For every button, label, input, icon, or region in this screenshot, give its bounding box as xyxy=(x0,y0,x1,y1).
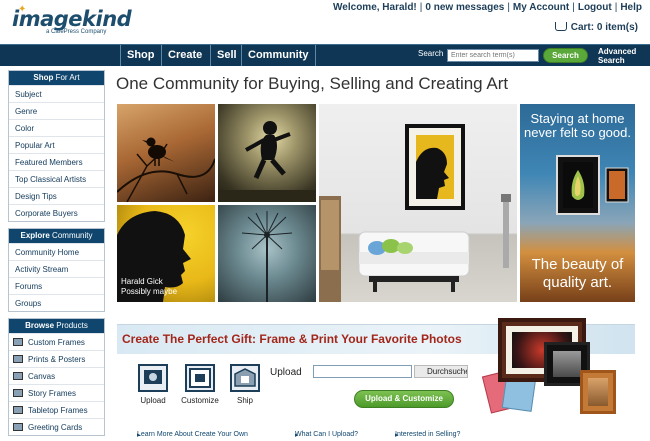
step-ship: Ship xyxy=(223,364,267,405)
room-scene-tile[interactable] xyxy=(319,104,517,302)
greeting-card-icon xyxy=(13,423,23,431)
tile-caption: Harald Gick Possibly maybe xyxy=(121,277,178,296)
customize-icon xyxy=(185,364,215,392)
nav-sell[interactable]: Sell xyxy=(210,45,243,66)
nav-shop[interactable]: Shop xyxy=(120,45,161,66)
upload-label: Upload xyxy=(270,367,302,378)
sidebar-item-greeting-cards[interactable]: Greeting Cards xyxy=(9,418,104,435)
sidebar-item-tabletop-frames[interactable]: Tabletop Frames xyxy=(9,401,104,418)
imagekind-logo[interactable]: ✦ imagekind a CafePress Company xyxy=(12,4,132,37)
living-room-image xyxy=(319,124,511,302)
search-button[interactable]: Search xyxy=(543,48,588,63)
sidebar-item-popular-art[interactable]: Popular Art xyxy=(9,136,104,153)
promo-banner[interactable]: Staying at home never felt so good. The … xyxy=(520,104,635,302)
sidebar-item-featured-members[interactable]: Featured Members xyxy=(9,153,104,170)
cart-icon xyxy=(554,22,567,31)
dandelion-image xyxy=(241,211,293,302)
sidebar-item-subject[interactable]: Subject xyxy=(9,85,104,102)
help-link[interactable]: Help xyxy=(620,2,642,13)
header: ✦ imagekind a CafePress Company Welcome,… xyxy=(0,0,650,44)
my-account-link[interactable]: My Account xyxy=(513,2,569,13)
sidebar-item-corporate-buyers[interactable]: Corporate Buyers xyxy=(9,204,104,221)
sidebar-item-canvas[interactable]: Canvas xyxy=(9,367,104,384)
star-icon: ✦ xyxy=(18,4,27,15)
canvas-icon xyxy=(13,372,23,380)
tabletop-frame-icon xyxy=(13,406,23,414)
sidebar-item-story-frames[interactable]: Story Frames xyxy=(9,384,104,401)
print-icon xyxy=(13,355,23,363)
top-navigation: Welcome, Harald! | 0 new messages | My Accou… xyxy=(333,2,642,13)
browse-products-box: Browse Products Custom Frames Prints & P… xyxy=(8,318,105,436)
browse-button[interactable]: Durchsuchen... xyxy=(414,365,468,378)
art-tile-profile[interactable]: Harald Gick Possibly maybe xyxy=(117,205,215,302)
art-tile-dandelion[interactable] xyxy=(218,205,316,302)
explore-community-header: Explore Community xyxy=(9,229,104,243)
sidebar-item-activity-stream[interactable]: Activity Stream xyxy=(9,260,104,277)
upload-icon xyxy=(138,364,168,392)
sidebar-item-groups[interactable]: Groups xyxy=(9,294,104,311)
logo-tagline: a CafePress Company xyxy=(46,29,107,35)
explore-community-box: Explore Community Community Home Activit… xyxy=(8,228,105,312)
file-path-input[interactable] xyxy=(313,365,412,378)
shop-for-art-box: Shop For Art Subject Genre Color Popular… xyxy=(8,70,105,222)
sidebar-item-community-home[interactable]: Community Home xyxy=(9,243,104,260)
sidebar-item-color[interactable]: Color xyxy=(9,119,104,136)
art-tile-child[interactable] xyxy=(218,104,316,202)
messages-link[interactable]: 0 new messages xyxy=(425,2,504,13)
sidebar-item-design-tips[interactable]: Design Tips xyxy=(9,187,104,204)
main-navbar: Shop Create Sell Community Search Search… xyxy=(0,44,650,66)
upload-customize-button[interactable]: Upload & Customize xyxy=(354,390,454,408)
step-customize: Customize xyxy=(178,364,222,405)
sidebar-item-top-classical-artists[interactable]: Top Classical Artists xyxy=(9,170,104,187)
sidebar-item-prints-posters[interactable]: Prints & Posters xyxy=(9,350,104,367)
sidebar: Shop For Art Subject Genre Color Popular… xyxy=(8,70,105,441)
sidebar-item-forums[interactable]: Forums xyxy=(9,277,104,294)
nav-create[interactable]: Create xyxy=(161,45,208,66)
search-input[interactable] xyxy=(447,49,539,62)
step-upload: Upload xyxy=(131,364,175,405)
nav-community[interactable]: Community xyxy=(241,45,316,66)
welcome-link[interactable]: Welcome, Harald! xyxy=(333,2,417,13)
story-frame-icon xyxy=(13,389,23,397)
page: ✦ imagekind a CafePress Company Welcome,… xyxy=(0,0,650,441)
frames-product-image xyxy=(481,318,632,418)
ship-icon xyxy=(230,364,260,392)
art-tile-bird[interactable] xyxy=(117,104,215,202)
cart-label: Cart: 0 item(s) xyxy=(570,22,638,33)
promo-tagline: The beauty of quality art. xyxy=(531,256,624,291)
shop-for-art-header: Shop For Art xyxy=(9,71,104,85)
browse-products-header: Browse Products xyxy=(9,319,104,333)
gift-title: Create The Perfect Gift: Frame & Print Y… xyxy=(122,332,462,346)
sidebar-item-custom-frames[interactable]: Custom Frames xyxy=(9,333,104,350)
sidebar-item-genre[interactable]: Genre xyxy=(9,102,104,119)
frame-icon xyxy=(13,338,23,346)
child-silhouette-image xyxy=(218,121,316,202)
advanced-search-link[interactable]: Advanced Search xyxy=(598,47,636,65)
page-title: One Community for Buying, Selling and Cr… xyxy=(116,74,509,93)
logo-text: imagekind xyxy=(12,7,132,31)
logout-link[interactable]: Logout xyxy=(578,2,612,13)
cart-link[interactable]: Cart: 0 item(s) xyxy=(554,22,638,33)
bird-silhouette-image xyxy=(117,137,215,202)
small-frame-image xyxy=(580,370,616,414)
search-label: Search xyxy=(418,49,444,58)
